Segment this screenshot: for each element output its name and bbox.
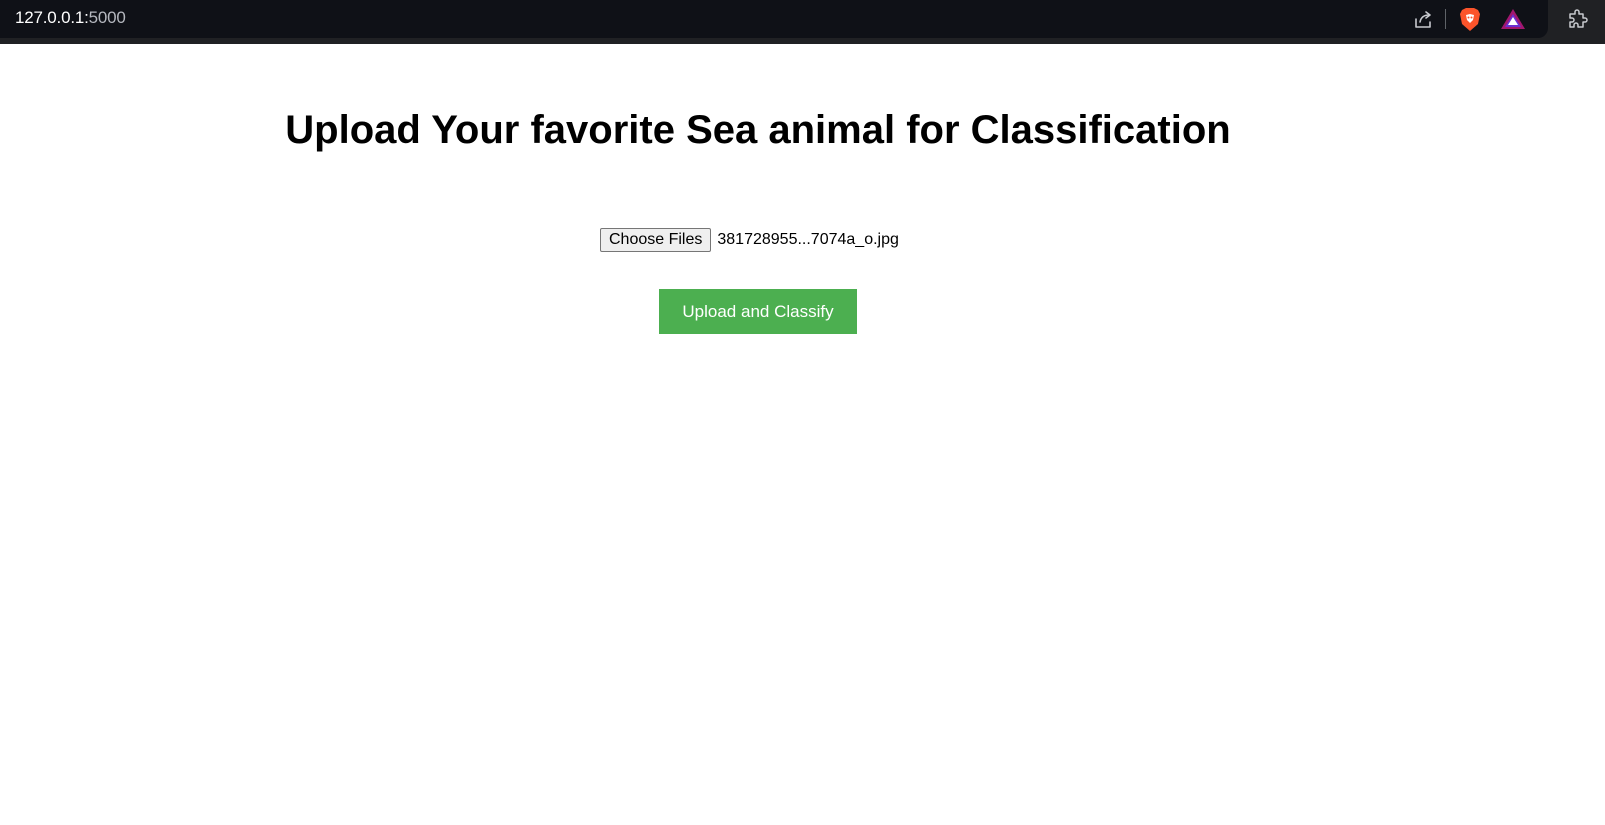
toolbar-divider: [1445, 9, 1446, 29]
brave-rewards-icon[interactable]: [1500, 8, 1526, 30]
choose-files-button[interactable]: Choose Files: [600, 228, 712, 252]
url-port: 5000: [88, 8, 126, 27]
address-bar[interactable]: 127.0.0.1:5000: [0, 0, 1548, 38]
brave-shields-icon[interactable]: [1458, 6, 1482, 32]
url-text[interactable]: 127.0.0.1:5000: [15, 8, 126, 28]
upload-and-classify-button[interactable]: Upload and Classify: [659, 289, 857, 334]
url-host: 127.0.0.1:: [15, 8, 89, 27]
extensions-icon[interactable]: [1565, 7, 1591, 33]
share-icon[interactable]: [1412, 7, 1436, 31]
file-input[interactable]: Choose Files 381728955...7074a_o.jpg: [600, 228, 899, 252]
page-title: Upload Your favorite Sea animal for Clas…: [285, 108, 1231, 152]
browser-toolbar: 127.0.0.1:5000: [0, 0, 1605, 44]
page-content: Upload Your favorite Sea animal for Clas…: [0, 44, 1605, 825]
selected-file-name: 381728955...7074a_o.jpg: [717, 231, 899, 248]
